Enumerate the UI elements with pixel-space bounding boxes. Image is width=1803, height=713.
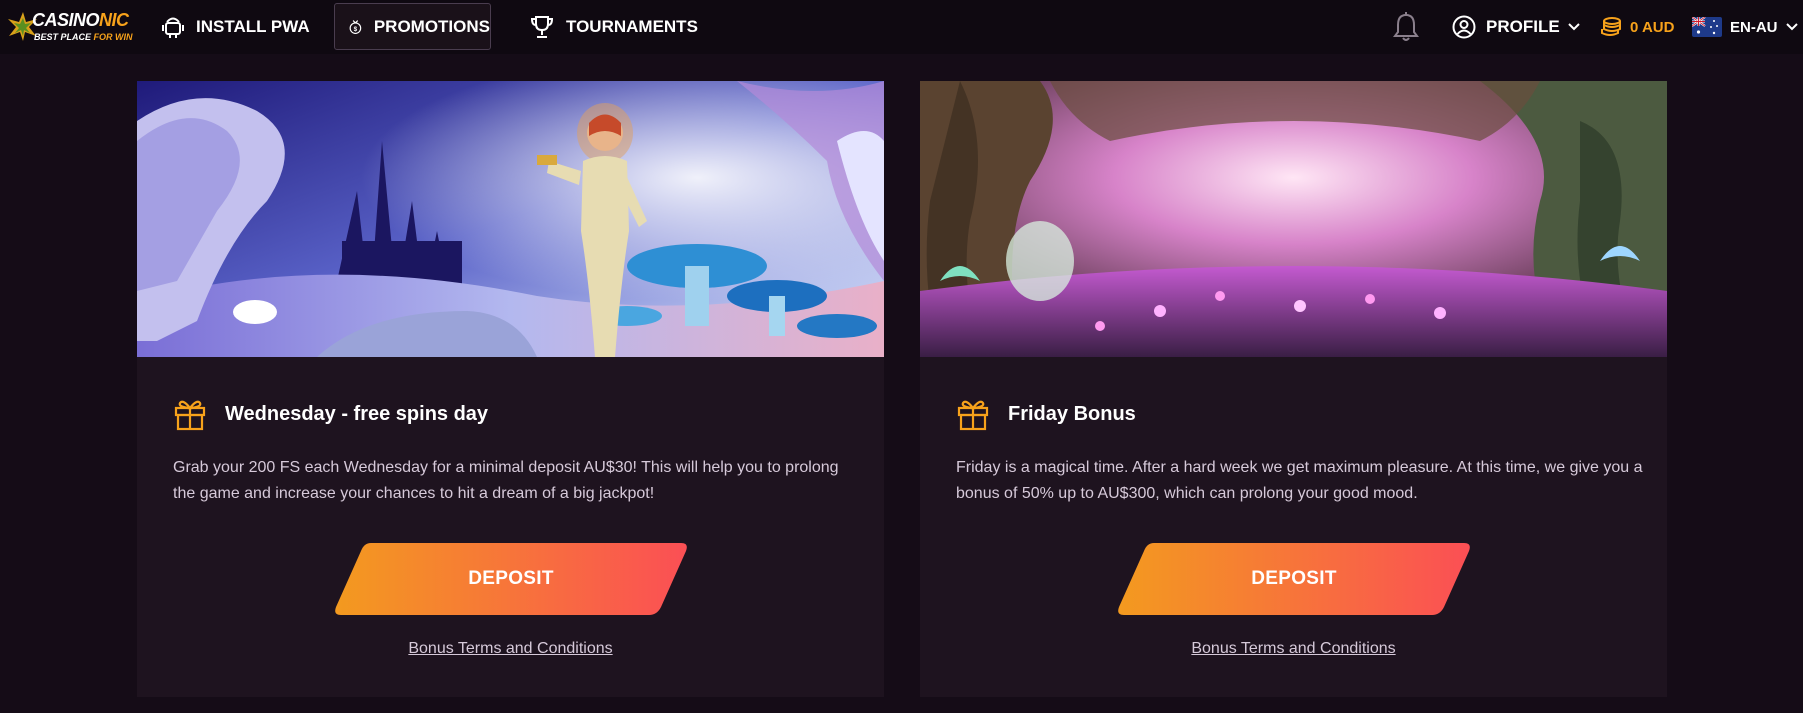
balance-display[interactable]: 0 AUD xyxy=(1600,14,1674,40)
promotion-title: Wednesday - free spins day xyxy=(225,402,489,425)
nav-promotions[interactable]: $ PROMOTIONS xyxy=(334,3,491,50)
promotion-title-row: Wednesday - free spins day xyxy=(173,394,488,434)
deposit-button[interactable]: DEPOSIT xyxy=(333,543,689,615)
deposit-button[interactable]: DEPOSIT xyxy=(1116,543,1472,615)
chevron-down-icon xyxy=(1785,23,1798,31)
australia-flag-icon xyxy=(1692,17,1722,37)
bonus-terms-link[interactable]: Bonus Terms and Conditions xyxy=(137,640,884,658)
coins-icon xyxy=(1601,17,1621,36)
promotion-card-wednesday: Wednesday - free spins day Grab your 200… xyxy=(137,81,884,697)
magical-forest-illustration xyxy=(920,81,1667,357)
promotion-banner-image xyxy=(137,81,884,357)
bell-icon[interactable] xyxy=(1392,12,1420,42)
nav-install-pwa[interactable]: INSTALL PWA xyxy=(162,3,310,50)
user-circle-icon xyxy=(1452,15,1476,39)
promotion-title-row: Friday Bonus xyxy=(956,394,1136,434)
android-icon xyxy=(162,17,184,38)
profile-label: PROFILE xyxy=(1486,17,1560,36)
profile-menu-button[interactable]: PROFILE xyxy=(1452,12,1580,42)
nav-install-pwa-label: INSTALL PWA xyxy=(196,16,310,36)
language-label: EN-AU xyxy=(1730,18,1778,36)
chevron-down-icon xyxy=(1567,23,1580,31)
nav-tournaments[interactable]: TOURNAMENTS xyxy=(530,3,698,50)
svg-text:$: $ xyxy=(354,25,358,32)
language-selector[interactable]: EN-AU xyxy=(1692,14,1798,40)
top-navigation-bar: CASINONIC BEST PLACE FOR WIN INSTALL PWA… xyxy=(0,0,1803,54)
fantasy-castle-astronaut-illustration xyxy=(137,81,884,357)
logo-brand-text: CASINONIC xyxy=(32,10,129,30)
gift-icon xyxy=(957,400,989,431)
promotion-banner-image xyxy=(920,81,1667,357)
promotion-title: Friday Bonus xyxy=(1008,402,1136,425)
casino-logo[interactable]: CASINONIC BEST PLACE FOR WIN xyxy=(6,6,133,46)
logo-tagline: BEST PLACE FOR WIN xyxy=(34,32,133,42)
bonus-terms-link[interactable]: Bonus Terms and Conditions xyxy=(920,640,1667,658)
coin-medal-icon: $ xyxy=(349,19,362,34)
promotion-description: Grab your 200 FS each Wednesday for a mi… xyxy=(173,459,839,502)
gift-icon xyxy=(174,400,206,431)
balance-amount: 0 AUD xyxy=(1630,18,1675,36)
deposit-button-label: DEPOSIT xyxy=(1251,568,1337,589)
trophy-icon xyxy=(530,15,554,38)
nav-tournaments-label: TOURNAMENTS xyxy=(566,16,698,36)
nav-promotions-label: PROMOTIONS xyxy=(373,16,490,36)
promotion-description: Friday is a magical time. After a hard w… xyxy=(956,459,1643,502)
deposit-button-label: DEPOSIT xyxy=(468,568,554,589)
promotion-card-friday: Friday Bonus Friday is a magical time. A… xyxy=(920,81,1667,697)
